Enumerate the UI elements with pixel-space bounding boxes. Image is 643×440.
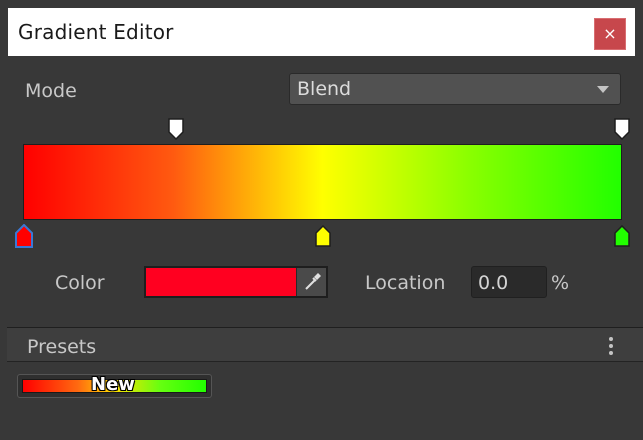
gradient-editor-window: Gradient Editor × Mode Blend Color Locat… [0, 0, 643, 440]
title-bar: Gradient Editor × [8, 8, 635, 56]
mode-dropdown[interactable]: Blend [289, 73, 621, 105]
percent-unit: % [551, 272, 570, 294]
kebab-menu-icon[interactable] [609, 337, 613, 355]
location-value: 0.0 [478, 272, 509, 294]
close-button[interactable]: × [594, 18, 626, 50]
chevron-down-icon [597, 86, 609, 93]
mode-dropdown-value: Blend [297, 78, 352, 100]
alpha-key-marker[interactable] [168, 118, 184, 140]
presets-title: Presets [27, 336, 97, 358]
location-input[interactable]: 0.0 [471, 266, 547, 298]
eyedropper-icon [305, 273, 321, 290]
location-label: Location [365, 272, 446, 294]
presets-header: Presets [7, 328, 643, 362]
eyedropper-button[interactable] [296, 268, 326, 296]
alpha-key-marker[interactable] [614, 118, 630, 140]
window-title: Gradient Editor [18, 20, 174, 44]
mode-label: Mode [25, 80, 77, 102]
color-field[interactable] [144, 266, 328, 298]
color-key-marker[interactable] [614, 225, 630, 247]
preset-item[interactable]: New [17, 374, 212, 398]
gradient-preview-bar[interactable] [23, 144, 622, 220]
preset-name: New [91, 374, 135, 395]
color-key-marker[interactable] [315, 225, 331, 247]
close-icon: × [603, 24, 617, 43]
color-key-marker-selected[interactable] [15, 224, 33, 248]
color-label: Color [55, 272, 105, 294]
